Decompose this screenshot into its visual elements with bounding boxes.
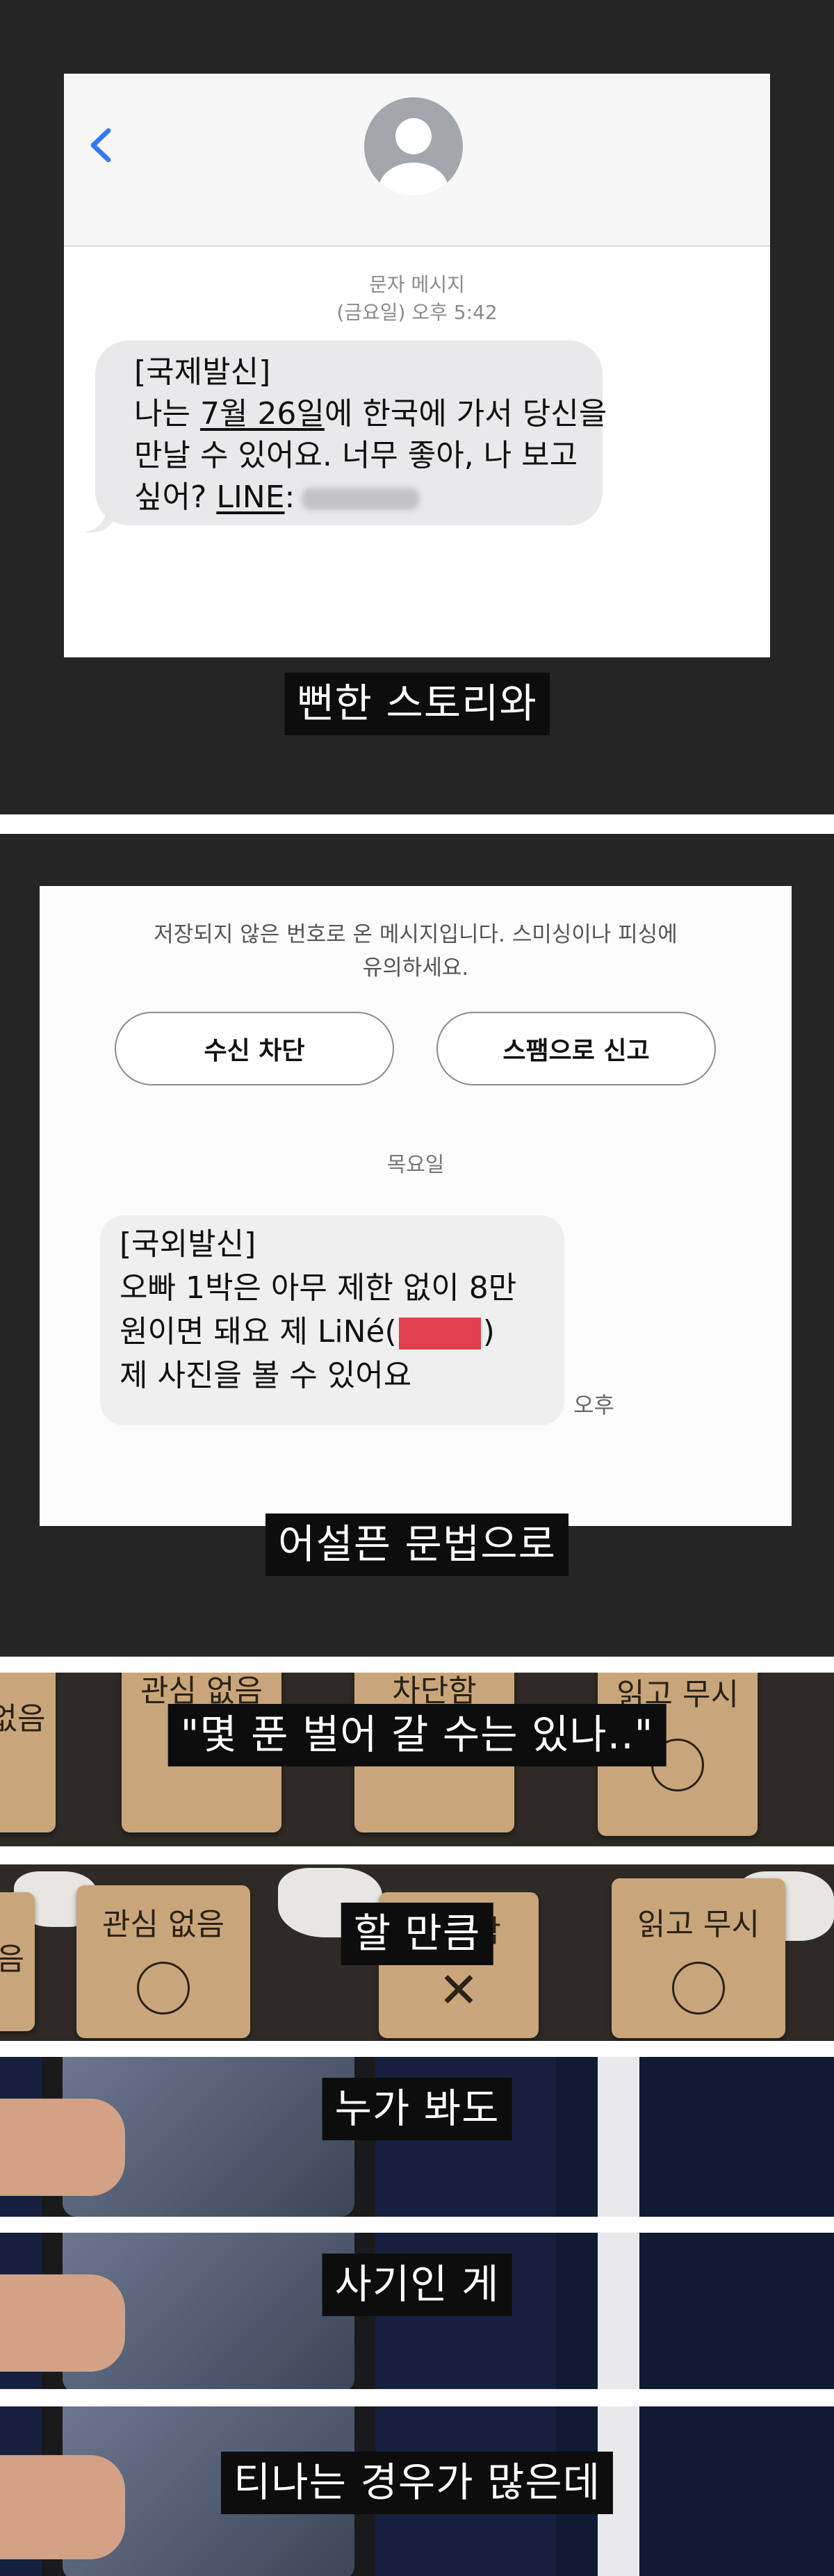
conversation-header [64,74,770,247]
subtitle-caption: 할 만큼 [341,1903,493,1965]
hand [0,2099,125,2196]
screenshot-panel-samsung-messages: 저장되지 않은 번호로 온 메시지입니다. 스미싱이나 피싱에 유의하세요. 수… [0,834,834,1657]
table-sign-card: 음 [0,1892,35,2031]
message-line: 원이면 돼요 제 LiNé() [120,1314,495,1349]
table-sign-card: 없음 [0,1673,56,1832]
message-line: 만날 수 있어요. 너무 좋아, 나 보고 [134,438,578,473]
subtitle-caption: 누가 봐도 [322,2078,512,2140]
subtitle-caption: 사기인 게 [322,2254,512,2316]
video-frame-phone-hand: 누가 봐도 [0,2057,834,2217]
back-chevron-icon[interactable] [78,121,126,170]
message-line: 오빠 1박은 아무 제한 없이 8만 [120,1270,517,1306]
blurred-line-id [302,488,420,510]
table-sign-card: 읽고 무시 [612,1878,785,2038]
hand [0,2274,125,2372]
contact-avatar-icon[interactable] [364,97,463,196]
subtitle-caption: 뻔한 스토리와 [284,673,550,735]
hand [0,2455,125,2559]
messages-screen: 문자 메시지 (금요일) 오후 5:42 [국제발신] 나는 7월 26일에 한… [64,74,770,657]
redacted-id-box [398,1318,481,1349]
frown-face-icon [137,1962,190,2015]
subtitle-caption: "몇 푼 벌어 갈 수는 있나.." [167,1704,667,1766]
message-line: 싶어? LINE: [134,477,614,518]
table-sign-card: 관심 없음 [76,1885,250,2038]
message-line: 나는 7월 26일에 한국에 가서 당신을 [134,396,607,432]
line-id-link[interactable]: LINE [216,479,284,515]
message-type-label: 문자 메시지 [369,273,465,296]
screenshot-panel-imessage: 문자 메시지 (금요일) 오후 5:42 [국제발신] 나는 7월 26일에 한… [0,0,834,814]
messages-screen: 저장되지 않은 번호로 온 메시지입니다. 스미싱이나 피싱에 유의하세요. 수… [40,886,792,1526]
video-frame-cards: 없음 관심 없음 차단함 읽고 무시 "몇 푼 벌어 갈 수는 있나.." [0,1673,834,1846]
video-frame-phone-hand: 사기인 게 [0,2233,834,2389]
incoming-message-text: [국제발신] 나는 7월 26일에 한국에 가서 당신을 만날 수 있어요. 너… [134,352,614,518]
frown-face-icon [672,1962,725,2015]
subtitle-caption: 어설픈 문법으로 [265,1513,569,1576]
message-line: [국외발신] [120,1227,256,1262]
shirt-stripe [598,2057,639,2217]
video-frame-cards: 음 관심 없음 차단함 ✕ 읽고 무시 할 만큼 [0,1864,834,2041]
message-line: [국제발신] [134,354,271,390]
block-number-button[interactable]: 수신 차단 [115,1012,394,1085]
shirt-stripe [598,2233,639,2389]
video-frame-phone-hand: 티나는 경우가 많은데 [0,2406,834,2576]
message-timestamp: (금요일) 오후 5:42 [336,301,498,324]
x-mark-icon: ✕ [438,1962,480,2019]
message-meta: 문자 메시지 (금요일) 오후 5:42 [64,271,770,327]
date-link[interactable]: 7월 26일 [200,396,325,432]
message-time: 오후 [573,1392,614,1418]
unsaved-number-warning: 저장되지 않은 번호로 온 메시지입니다. 스미싱이나 피싱에 유의하세요. [154,922,678,981]
subtitle-caption: 티나는 경우가 많은데 [220,2452,614,2514]
incoming-message-text: [국외발신] 오빠 1박은 아무 제한 없이 8만 원이면 돼요 제 LiNé(… [120,1222,564,1397]
message-line: 제 사진을 볼 수 있어요 [120,1358,412,1393]
report-spam-button[interactable]: 스팸으로 신고 [436,1012,716,1085]
day-divider: 목요일 [386,1153,445,1177]
